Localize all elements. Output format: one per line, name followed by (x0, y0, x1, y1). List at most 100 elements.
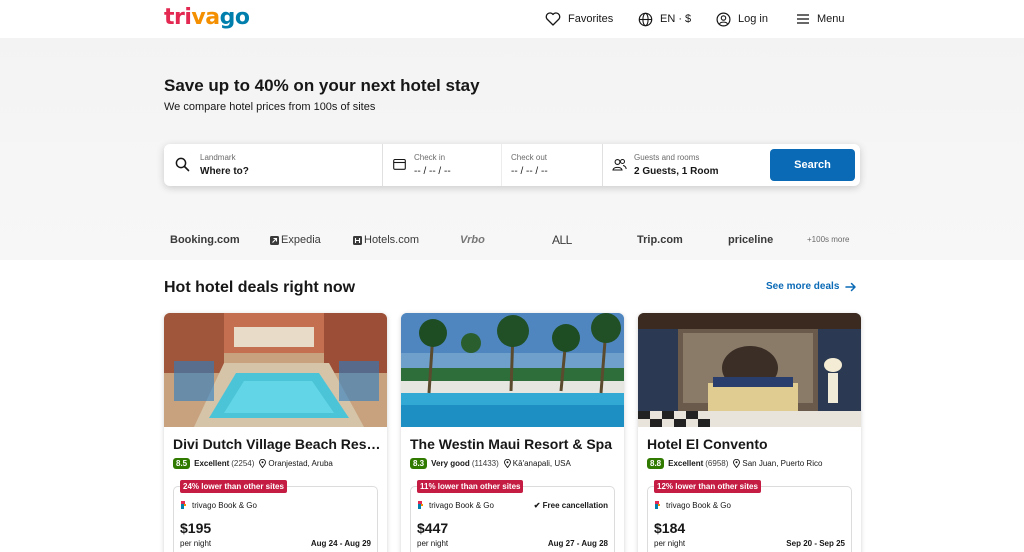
hotel-card[interactable]: Divi Dutch Village Beach Resort 8.5 Exce… (164, 313, 387, 552)
checkin-field[interactable]: Check in -- / -- / -- (383, 144, 501, 186)
free-cancellation-label: ✔ Free cancellation (533, 501, 608, 510)
hotel-meta: 8.3 Very good (11433) Kā'anapali, USA (410, 457, 571, 469)
hotel-meta: 8.5 Excellent (2254) Oranjestad, Aruba (173, 457, 333, 469)
search-button[interactable]: Search (770, 149, 855, 181)
rating-badge: 8.3 (410, 457, 428, 469)
hero-subtitle: We compare hotel prices from 100s of sit… (164, 101, 376, 113)
partner-logos: Booking.com Expedia Hotels.com Vrbo ALL … (164, 232, 860, 248)
stay-dates: Sep 20 - Sep 25 (786, 539, 845, 548)
rating-badge: 8.5 (173, 457, 191, 469)
partner-expedia-logo: Expedia (270, 232, 321, 248)
deals-section-title: Hot hotel deals right now (164, 279, 356, 296)
review-count: (11433) (471, 458, 499, 468)
trivago-logo[interactable]: trivago (164, 5, 250, 31)
location-label: San Juan, Puerto Rico (742, 458, 823, 468)
see-more-deals-link[interactable]: See more deals (766, 281, 857, 292)
review-count: (2254) (231, 458, 255, 468)
location-label: Oranjestad, Aruba (268, 458, 333, 468)
language-label: EN · $ (660, 13, 692, 25)
discount-badge: 12% lower than other sites (654, 480, 761, 493)
checkout-label: Check out (511, 153, 548, 162)
location-pin-icon (503, 458, 511, 468)
per-night-label: per night (654, 539, 686, 548)
logo-part-2: va (191, 5, 220, 30)
expedia-icon (270, 235, 279, 245)
search-bar: Landmark Where to? Check in -- / -- / --… (164, 144, 860, 186)
hamburger-icon (797, 14, 809, 24)
hotel-image-bedroom (638, 313, 861, 427)
hotelscom-label: Hotels.com (364, 234, 420, 246)
logo-part-3: go (219, 5, 250, 30)
stay-dates: Aug 27 - Aug 28 (547, 539, 608, 548)
rating-label: Very good (431, 458, 470, 468)
hero-title: Save up to 40% on your next hotel stay (164, 76, 480, 95)
discount-badge: 11% lower than other sites (417, 480, 524, 493)
favorites-link[interactable]: Favorites (545, 9, 613, 29)
favorites-label: Favorites (568, 13, 614, 25)
partner-all-logo: ALL (552, 233, 572, 247)
guests-rooms-field[interactable]: Guests and rooms 2 Guests, 1 Room (603, 144, 765, 186)
provider-label: trivago Book & Go (666, 500, 731, 510)
provider-label: trivago Book & Go (192, 500, 257, 510)
menu-button[interactable]: Menu (796, 9, 845, 29)
offer-box[interactable]: 24% lower than other sites trivago Book … (173, 480, 378, 552)
destination-field[interactable]: Landmark Where to? (164, 144, 382, 186)
price: $447 (417, 520, 449, 536)
location-pin-icon (733, 458, 741, 468)
hotel-name: Divi Dutch Village Beach Resort (173, 436, 383, 452)
offer-box[interactable]: 11% lower than other sites trivago Book … (410, 480, 615, 552)
checkin-value: -- / -- / -- (414, 166, 451, 177)
language-currency-selector[interactable]: EN · $ (638, 9, 691, 29)
login-label: Log in (738, 13, 768, 25)
stay-dates: Aug 24 - Aug 29 (310, 539, 371, 548)
trivago-provider-icon (418, 501, 423, 509)
partner-vrbo-logo: Vrbo (460, 234, 485, 246)
hotel-name: Hotel El Convento (647, 436, 768, 452)
logo-part-1: tri (164, 5, 192, 30)
booking-provider: trivago Book & Go (180, 500, 257, 510)
hotel-card[interactable]: Hotel El Convento 8.8 Excellent (6958) S… (638, 313, 861, 552)
more-partners-text: +100s more (807, 235, 850, 244)
per-night-label: per night (180, 539, 212, 548)
price: $195 (180, 520, 212, 536)
top-header: trivago Favorites EN · $ Log in Menu (0, 0, 1024, 38)
rating-label: Excellent (194, 458, 230, 468)
offer-box[interactable]: 12% lower than other sites trivago Book … (647, 480, 852, 552)
checkout-field[interactable]: Check out -- / -- / -- (502, 144, 602, 186)
partner-booking-logo: Booking.com (170, 234, 240, 246)
user-icon (716, 11, 731, 27)
partner-hotelscom-logo: Hotels.com (353, 232, 419, 248)
price: $184 (654, 520, 686, 536)
hotel-location: Kā'anapali, USA (503, 458, 571, 468)
location-label: Kā'anapali, USA (512, 458, 571, 468)
hotel-meta: 8.8 Excellent (6958) San Juan, Puerto Ri… (647, 457, 822, 469)
see-more-label: See more deals (766, 281, 840, 292)
hotel-location: San Juan, Puerto Rico (733, 458, 823, 468)
rating-label: Excellent (668, 458, 704, 468)
partner-priceline-logo: priceline (728, 234, 774, 246)
checkin-label: Check in (414, 153, 446, 162)
arrow-right-icon (845, 282, 857, 291)
expedia-label: Expedia (281, 234, 321, 246)
hotel-location: Oranjestad, Aruba (259, 458, 333, 468)
menu-label: Menu (817, 13, 845, 25)
hotel-image-resort-pool (164, 313, 387, 427)
trivago-provider-icon (655, 501, 660, 509)
booking-provider: trivago Book & Go (654, 500, 731, 510)
provider-label: trivago Book & Go (429, 500, 494, 510)
rating-badge: 8.8 (647, 457, 665, 469)
hotel-card[interactable]: The Westin Maui Resort & Spa 8.3 Very go… (401, 313, 624, 552)
calendar-icon (393, 158, 406, 170)
guests-label: Guests and rooms (634, 153, 700, 162)
partner-tripcom-logo: Trip.com (637, 234, 683, 246)
hotel-name: The Westin Maui Resort & Spa (410, 436, 612, 452)
booking-provider: trivago Book & Go (417, 500, 494, 510)
guests-value: 2 Guests, 1 Room (634, 166, 719, 177)
hotel-image-palm-pool (401, 313, 624, 427)
login-link[interactable]: Log in (716, 9, 768, 29)
review-count: (6958) (705, 458, 729, 468)
destination-label: Landmark (200, 153, 236, 162)
search-icon (175, 157, 190, 172)
hotelscom-icon (353, 235, 362, 245)
globe-icon (638, 12, 653, 26)
